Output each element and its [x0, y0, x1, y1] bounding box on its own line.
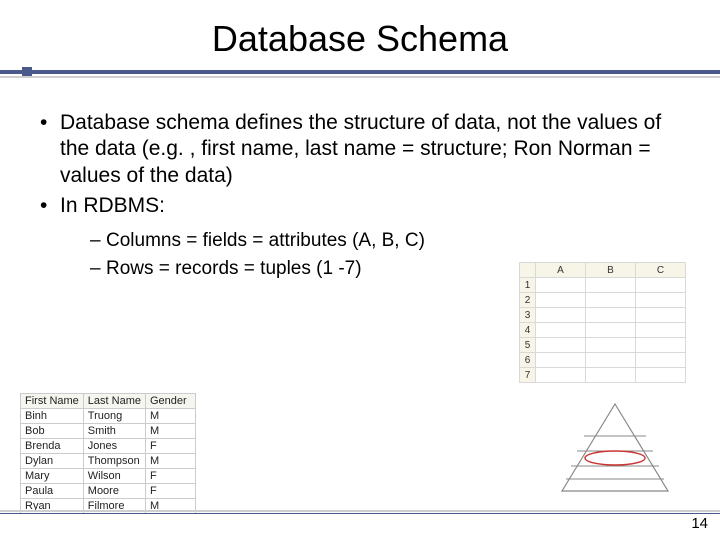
col-header: C [636, 263, 686, 278]
row-header: 5 [520, 338, 536, 353]
bullet-text: In RDBMS: [60, 193, 680, 219]
table-row: BobSmithM [21, 424, 196, 439]
sub-bullet-item: Columns = fields = attributes (A, B, C) [90, 229, 470, 253]
table-row: BinhTruongM [21, 409, 196, 424]
table-row: PaulaMooreF [21, 484, 196, 499]
row-header: 3 [520, 308, 536, 323]
row-header: 4 [520, 323, 536, 338]
page-title: Database Schema [0, 18, 720, 60]
sub-bullet-item: Rows = records = tuples (1 -7) [90, 257, 470, 281]
footer-divider-accent [0, 513, 720, 514]
footer-divider [0, 510, 720, 512]
row-header: 1 [520, 278, 536, 293]
sub-bullet-text: Rows = records = tuples (1 -7) [106, 257, 362, 281]
people-table: First Name Last Name Gender BinhTruongM … [20, 393, 196, 514]
pyramid-diagram [550, 396, 680, 506]
title-underline [0, 66, 720, 80]
table-row: BrendaJonesF [21, 439, 196, 454]
row-header: 2 [520, 293, 536, 308]
sub-bullet-text: Columns = fields = attributes (A, B, C) [106, 229, 425, 253]
row-header: 7 [520, 368, 536, 383]
bullet-text: Database schema defines the structure of… [60, 110, 680, 189]
bullet-item: In RDBMS: [40, 193, 680, 219]
table-row: MaryWilsonF [21, 469, 196, 484]
table-header: First Name [21, 394, 84, 409]
table-header: Last Name [83, 394, 145, 409]
col-header: A [536, 263, 586, 278]
table-row: DylanThompsonM [21, 454, 196, 469]
table-header: Gender [145, 394, 195, 409]
page-number: 14 [691, 515, 708, 532]
content-block: Database schema defines the structure of… [0, 80, 720, 281]
col-header: B [586, 263, 636, 278]
spreadsheet-empty: A B C 1 2 3 4 5 6 7 [519, 262, 686, 383]
row-header: 6 [520, 353, 536, 368]
bullet-item: Database schema defines the structure of… [40, 110, 680, 189]
